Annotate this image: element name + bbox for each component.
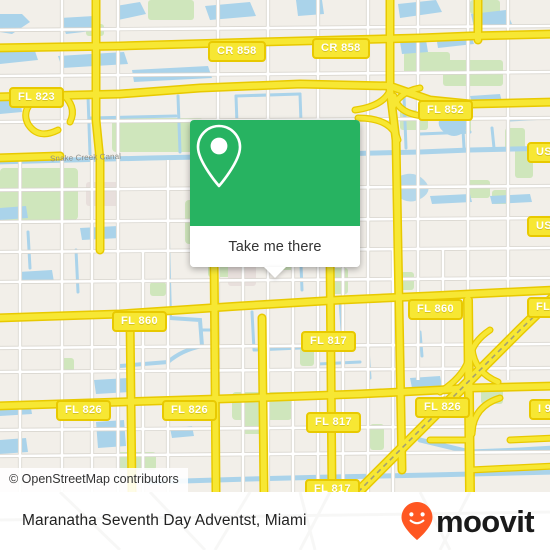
moovit-logo[interactable]: moovit [400,501,535,541]
road-shield-fl-826[interactable]: FL 826 [56,400,112,421]
take-me-there-button[interactable]: Take me there [190,226,360,278]
road-shield-fl-860[interactable]: FL 860 [112,311,168,332]
map-pin-icon [196,124,242,188]
road-shield-us[interactable]: US [527,216,550,237]
road-shield-fl-826[interactable]: FL 826 [415,397,471,418]
road-shield-fl-817[interactable]: FL 817 [306,412,362,433]
map-canvas[interactable]: Snake Creek Canal CR 858 CR 858 FL 823 F… [0,0,550,492]
road-shield-fl-852[interactable]: FL 852 [418,100,474,121]
take-me-there-label: Take me there [228,238,322,255]
location-popup-card[interactable]: Take me there [190,120,360,278]
road-shield-fl-817[interactable]: FL 817 [305,479,361,492]
road-shield-fl-860[interactable]: FL 860 [527,297,550,318]
road-shield-fl-823[interactable]: FL 823 [9,87,65,108]
map-attribution[interactable]: © OpenStreetMap contributors [0,468,188,492]
road-shield-cr-858[interactable]: CR 858 [208,41,266,62]
moovit-wordmark: moovit [435,503,535,539]
road-shield-us[interactable]: US [527,142,550,163]
road-shield-fl-817[interactable]: FL 817 [301,331,357,352]
popup-pointer [264,267,286,278]
footer-bar: Maranatha Seventh Day Adventst, Miami mo… [0,492,550,550]
moovit-smiley-pin-icon [401,502,433,540]
road-shield-i-95[interactable]: I 95 [529,399,550,420]
popup-image [190,120,360,226]
road-shield-fl-826[interactable]: FL 826 [162,400,218,421]
place-title: Maranatha Seventh Day Adventst, Miami [22,512,307,529]
road-shield-fl-860[interactable]: FL 860 [408,299,464,320]
road-shield-cr-858[interactable]: CR 858 [312,38,370,59]
moovit-map-screenshot: Snake Creek Canal CR 858 CR 858 FL 823 F… [0,0,550,550]
